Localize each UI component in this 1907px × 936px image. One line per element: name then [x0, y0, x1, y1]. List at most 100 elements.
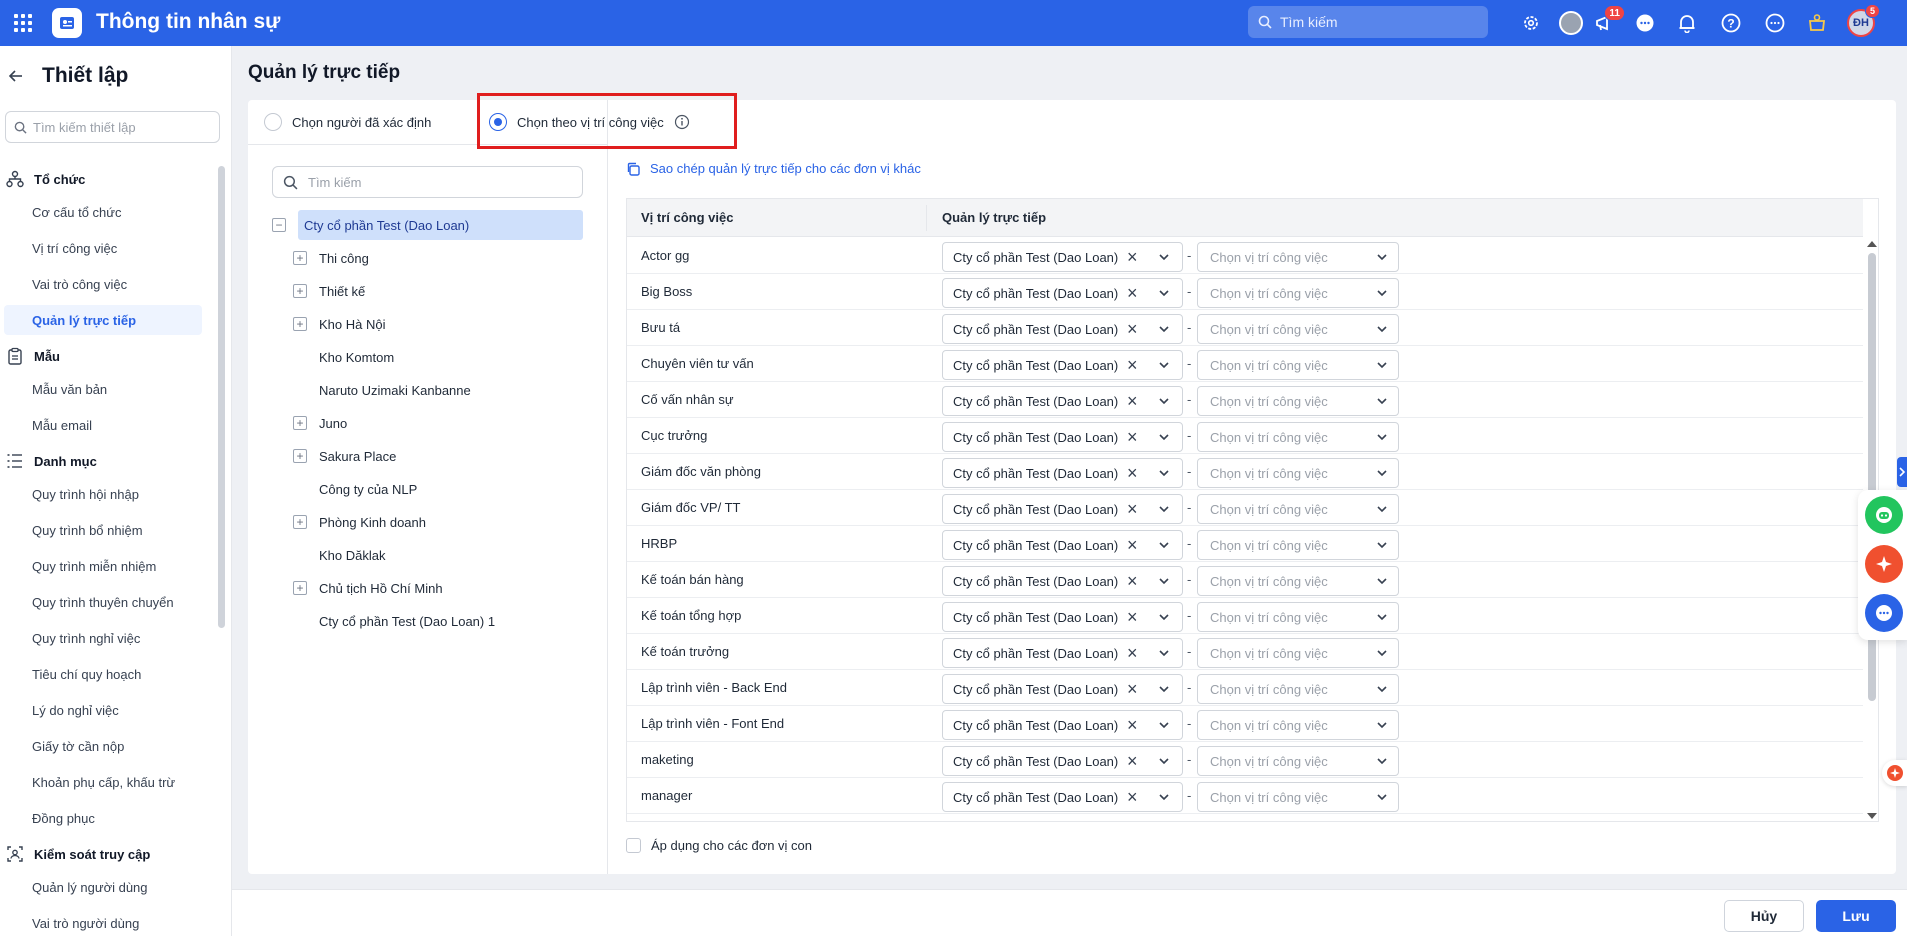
tree-node[interactable]: + Kho Hà Nội — [293, 309, 385, 339]
clear-x-icon[interactable]: × — [1127, 500, 1138, 518]
user-avatar[interactable]: ĐH 5 — [1846, 4, 1880, 38]
sidebar-item-khoan-phu-cap[interactable]: Khoản phụ cấp, khấu trừ — [4, 767, 202, 797]
clear-x-icon[interactable]: × — [1127, 392, 1138, 410]
manager-select[interactable]: Cty cổ phần Test (Dao Loan) × — [942, 710, 1183, 740]
chat-icon[interactable] — [1630, 8, 1660, 38]
expand-toggle-icon[interactable]: + — [293, 416, 307, 430]
tree-node-label[interactable]: Thi công — [319, 251, 369, 266]
save-button[interactable]: Lưu — [1816, 900, 1896, 932]
position-select[interactable]: Chọn vị trí công việc — [1197, 530, 1399, 560]
back-arrow-icon[interactable] — [8, 68, 24, 84]
position-select[interactable]: Chọn vị trí công việc — [1197, 638, 1399, 668]
tree-node[interactable]: + Sakura Place — [293, 441, 396, 471]
sidebar-item-vai-tro-nguoi-dung[interactable]: Vai trò người dùng — [4, 908, 202, 936]
tree-node[interactable]: Công ty của NLP — [293, 474, 417, 504]
position-select[interactable]: Chọn vị trí công việc — [1197, 278, 1399, 308]
bell-icon[interactable] — [1672, 8, 1702, 38]
clear-x-icon[interactable]: × — [1127, 248, 1138, 266]
manager-select[interactable]: Cty cổ phần Test (Dao Loan) × — [942, 386, 1183, 416]
tree-node[interactable]: + Thiết kế — [293, 276, 365, 306]
sidebar-item-giay-to-can-nop[interactable]: Giấy tờ cần nộp — [4, 731, 202, 761]
sidebar-item-quan-ly-nguoi-dung[interactable]: Quản lý người dùng — [4, 872, 202, 902]
manager-select[interactable]: Cty cổ phần Test (Dao Loan) × — [942, 530, 1183, 560]
position-select[interactable]: Chọn vị trí công việc — [1197, 386, 1399, 416]
clear-x-icon[interactable]: × — [1127, 572, 1138, 590]
clear-x-icon[interactable]: × — [1127, 608, 1138, 626]
position-select[interactable]: Chọn vị trí công việc — [1197, 602, 1399, 632]
manager-select[interactable]: Cty cổ phần Test (Dao Loan) × — [942, 314, 1183, 344]
position-select[interactable]: Chọn vị trí công việc — [1197, 782, 1399, 812]
expand-toggle-icon[interactable]: + — [293, 284, 307, 298]
clear-x-icon[interactable]: × — [1127, 680, 1138, 698]
tree-root-node[interactable]: − Cty cổ phần Test (Dao Loan) — [272, 210, 583, 240]
expand-toggle-icon[interactable]: + — [293, 581, 307, 595]
position-select[interactable]: Chọn vị trí công việc — [1197, 674, 1399, 704]
sidebar-item-co-cau-to-chuc[interactable]: Cơ cấu tổ chức — [4, 197, 202, 227]
manager-select[interactable]: Cty cổ phần Test (Dao Loan) × — [942, 458, 1183, 488]
manager-select[interactable]: Cty cổ phần Test (Dao Loan) × — [942, 422, 1183, 452]
tree-node[interactable]: Cty cổ phần Test (Dao Loan) 1 — [293, 606, 495, 636]
sidebar-item-mau-van-ban[interactable]: Mẫu văn bản — [4, 374, 202, 404]
tree-node-label[interactable]: Cty cổ phần Test (Dao Loan) 1 — [319, 614, 495, 629]
clear-x-icon[interactable]: × — [1127, 464, 1138, 482]
mini-ai-sparkle-icon[interactable] — [1882, 760, 1907, 786]
clear-x-icon[interactable]: × — [1127, 716, 1138, 734]
sidebar-item-vi-tri-cong-viec[interactable]: Vị trí công việc — [4, 233, 202, 263]
tree-root-label[interactable]: Cty cổ phần Test (Dao Loan) — [298, 210, 583, 240]
manager-select[interactable]: Cty cổ phần Test (Dao Loan) × — [942, 674, 1183, 704]
sidebar-item-quan-ly-truc-tiep[interactable]: Quản lý trực tiếp — [4, 305, 202, 335]
tree-node-label[interactable]: Sakura Place — [319, 449, 396, 464]
global-search-input[interactable]: Tìm kiếm — [1248, 6, 1488, 38]
position-select[interactable]: Chọn vị trí công việc — [1197, 458, 1399, 488]
user-photo-icon[interactable] — [1556, 8, 1586, 38]
tree-node-label[interactable]: Phòng Kinh doanh — [319, 515, 426, 530]
clear-x-icon[interactable]: × — [1127, 752, 1138, 770]
position-select[interactable]: Chọn vị trí công việc — [1197, 746, 1399, 776]
apply-children-option[interactable]: Áp dụng cho các đơn vị con — [626, 838, 812, 853]
tree-node[interactable]: + Juno — [293, 408, 347, 438]
app-grid-icon[interactable] — [14, 14, 32, 32]
expand-toggle-icon[interactable]: + — [293, 449, 307, 463]
tree-node[interactable]: + Chủ tịch Hồ Chí Minh — [293, 573, 443, 603]
tree-node-label[interactable]: Juno — [319, 416, 347, 431]
tree-node-label[interactable]: Kho Komtom — [319, 350, 394, 365]
sidebar-item-quy-trinh-hoi-nhap[interactable]: Quy trình hội nhập — [4, 479, 202, 509]
sidebar-item-mau-email[interactable]: Mẫu email — [4, 410, 202, 440]
cancel-button[interactable]: Hủy — [1724, 900, 1804, 932]
sidebar-item-quy-trinh-bo-nhiem[interactable]: Quy trình bổ nhiệm — [4, 515, 202, 545]
settings-gear-icon[interactable] — [1516, 8, 1546, 38]
tree-node[interactable]: + Thi công — [293, 243, 369, 273]
sidebar-item-vai-tro-cong-viec[interactable]: Vai trò công việc — [4, 269, 202, 299]
side-drawer-tab[interactable] — [1897, 457, 1907, 487]
collapse-toggle-icon[interactable]: − — [272, 218, 286, 232]
sidebar-item-quy-trinh-nghi-viec[interactable]: Quy trình nghỉ việc — [4, 623, 202, 653]
tree-node[interactable]: Kho Komtom — [293, 342, 394, 372]
bot-assistant-icon[interactable] — [1865, 496, 1903, 534]
expand-toggle-icon[interactable]: + — [293, 317, 307, 331]
help-icon[interactable]: ? — [1716, 8, 1746, 38]
tree-node-label[interactable]: Chủ tịch Hồ Chí Minh — [319, 581, 443, 596]
position-select[interactable]: Chọn vị trí công việc — [1197, 710, 1399, 740]
clear-x-icon[interactable]: × — [1127, 788, 1138, 806]
manager-select[interactable]: Cty cổ phần Test (Dao Loan) × — [942, 278, 1183, 308]
expand-toggle-icon[interactable]: + — [293, 515, 307, 529]
clear-x-icon[interactable]: × — [1127, 320, 1138, 338]
sidebar-item-quy-trinh-mien-nhiem[interactable]: Quy trình miễn nhiệm — [4, 551, 202, 581]
tree-node-label[interactable]: Naruto Uzimaki Kanbanne — [319, 383, 471, 398]
sidebar-scrollbar[interactable] — [218, 166, 225, 628]
manager-select[interactable]: Cty cổ phần Test (Dao Loan) × — [942, 494, 1183, 524]
radio-button[interactable] — [264, 113, 282, 131]
sidebar-item-tieu-chi-quy-hoach[interactable]: Tiêu chí quy hoạch — [4, 659, 202, 689]
position-select[interactable]: Chọn vị trí công việc — [1197, 494, 1399, 524]
tree-node-label[interactable]: Kho Dăklak — [319, 548, 385, 563]
scroll-up-arrow-icon[interactable] — [1867, 241, 1877, 247]
settings-search-input[interactable]: Tìm kiếm thiết lập — [5, 111, 220, 143]
announcement-icon[interactable]: 11 — [1590, 5, 1625, 38]
copy-managers-link[interactable]: Sao chép quản lý trực tiếp cho các đơn v… — [626, 161, 921, 176]
manager-select[interactable]: Cty cổ phần Test (Dao Loan) × — [942, 782, 1183, 812]
tree-node-label[interactable]: Kho Hà Nội — [319, 317, 385, 332]
position-select[interactable]: Chọn vị trí công việc — [1197, 314, 1399, 344]
manager-select[interactable]: Cty cổ phần Test (Dao Loan) × — [942, 602, 1183, 632]
scroll-down-arrow-icon[interactable] — [1867, 813, 1877, 819]
tree-node[interactable]: Naruto Uzimaki Kanbanne — [293, 375, 471, 405]
